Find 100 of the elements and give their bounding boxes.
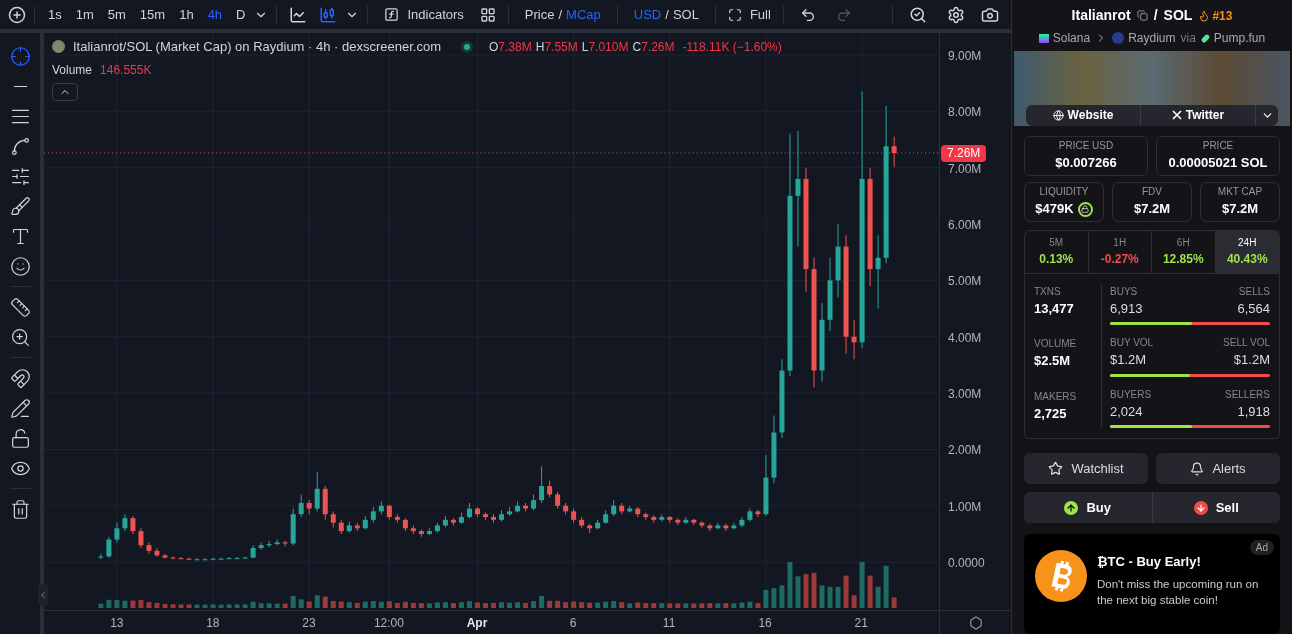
trash-icon[interactable] (9, 499, 31, 520)
candle (635, 506, 641, 518)
candle (298, 494, 304, 518)
stat-label: TXNS (1034, 284, 1062, 299)
candle (338, 519, 344, 535)
pencil-icon[interactable] (9, 398, 31, 419)
candle (619, 502, 625, 515)
price-axis-label: 4.00M (948, 329, 982, 347)
copy-icon[interactable] (1136, 10, 1148, 21)
price-card-value: 0.00005021 SOL (1168, 154, 1268, 173)
toggle-option[interactable]: MCap (566, 4, 601, 25)
candle (386, 504, 392, 521)
candle (410, 525, 416, 535)
candle (627, 505, 633, 513)
rank-badge: #13 (1198, 6, 1233, 25)
stat-label: VOLUME (1034, 337, 1078, 351)
indicators-button[interactable]: Indicators (376, 4, 472, 25)
globe-icon (1052, 109, 1064, 121)
buy-button[interactable]: Buy (1024, 492, 1153, 523)
candle (587, 523, 593, 534)
interval-tab[interactable]: 5m (102, 4, 131, 25)
twitter-link-button[interactable]: Twitter (1141, 104, 1256, 126)
interval-tab[interactable]: D (231, 4, 251, 25)
alerts-button[interactable]: Alerts (1156, 453, 1280, 484)
fullscreen-button[interactable]: Full (723, 4, 775, 25)
interval-tab[interactable]: 1m (70, 4, 99, 25)
line-chart-icon[interactable] (289, 5, 308, 24)
interval-tab[interactable]: 15m (134, 4, 171, 25)
price-axis-label: 1.00M (948, 498, 982, 516)
metric-card-value: $7.2M (1221, 200, 1259, 219)
price-axis-label: 8.00M (948, 104, 982, 122)
period-tab[interactable]: 1H -0.27% (1088, 230, 1152, 273)
buy-stat-label: BUY VOL (1110, 336, 1154, 350)
price-card-value: $0.007266 (1055, 154, 1117, 173)
candle (643, 512, 649, 521)
layout-grid-icon[interactable] (479, 6, 496, 23)
collapse-toolbar-button[interactable] (38, 584, 48, 606)
price-axis-label: 0.0000 (948, 555, 985, 573)
candle (202, 557, 208, 561)
collapse-button[interactable] (52, 82, 78, 101)
candle (651, 514, 657, 524)
candle (98, 553, 104, 560)
toggle-option[interactable]: Price (524, 4, 555, 25)
time-axis-label: 16 (758, 615, 772, 632)
bitcoin-logo-icon (1035, 550, 1087, 602)
magnet-icon[interactable] (9, 368, 31, 389)
unlock-icon[interactable] (9, 428, 31, 449)
watchlist-button[interactable]: Watchlist (1024, 453, 1148, 484)
candle (354, 522, 360, 532)
interval-tab[interactable]: 1h (174, 4, 199, 25)
period-tab[interactable]: 6H 12.85% (1152, 230, 1216, 273)
candle (739, 516, 745, 528)
website-link-button[interactable]: Website (1026, 104, 1141, 126)
time-axis-label: 11 (662, 615, 676, 632)
candle (563, 502, 569, 515)
chevron-left-icon (38, 590, 48, 600)
metric-card-value: $479K (1035, 200, 1074, 219)
sell-button[interactable]: Sell (1152, 492, 1280, 523)
sliders-icon[interactable] (9, 166, 31, 187)
chain-link[interactable]: Solana (1038, 29, 1091, 47)
interval-tab[interactable]: 4h (202, 4, 228, 25)
candle (458, 512, 464, 525)
undo-icon[interactable] (799, 6, 816, 23)
camera-icon[interactable] (981, 5, 999, 24)
smiley-icon[interactable] (9, 256, 31, 277)
dex-link[interactable]: Raydium (1112, 29, 1176, 47)
search-icon[interactable] (909, 5, 927, 24)
candle (394, 513, 400, 524)
toggle-option[interactable]: SOL (672, 4, 699, 25)
candle (266, 540, 272, 548)
candlestick-icon[interactable] (319, 5, 338, 24)
slash-separator: / (665, 5, 669, 24)
candle (290, 508, 296, 546)
period-tab[interactable]: 24H 40.43% (1215, 230, 1279, 273)
zoom-in-icon[interactable] (9, 327, 31, 348)
candle (499, 509, 504, 523)
ruler-icon[interactable] (9, 297, 31, 318)
candle (715, 522, 721, 530)
toggle-option[interactable]: USD (633, 4, 662, 25)
price-axis-label: 3.00M (948, 386, 982, 404)
time-axis-label: 6 (569, 615, 577, 632)
buy-stat-label: BUYERS (1110, 387, 1152, 402)
interval-tab[interactable]: 1s (43, 4, 67, 25)
candle (755, 509, 761, 518)
candle (475, 506, 480, 518)
pair-name: Italianrot (1071, 6, 1131, 25)
launchpad-link[interactable]: Pump.fun (1200, 29, 1266, 47)
period-tab[interactable]: 5M 0.13% (1025, 230, 1089, 273)
add-symbol-icon[interactable] (8, 5, 26, 24)
crosshair-icon[interactable] (9, 46, 31, 67)
metric-card-label: FDV (1142, 185, 1162, 200)
candle (426, 527, 432, 536)
brush-icon[interactable] (9, 196, 31, 217)
volume-label: Volume (52, 61, 93, 79)
price-axis-label: 9.00M (948, 47, 982, 65)
candle (771, 415, 777, 484)
candle (491, 513, 496, 524)
candle (162, 553, 168, 560)
ad-badge: Ad (1249, 540, 1274, 555)
ohlc-value: O7.38M (489, 38, 532, 56)
